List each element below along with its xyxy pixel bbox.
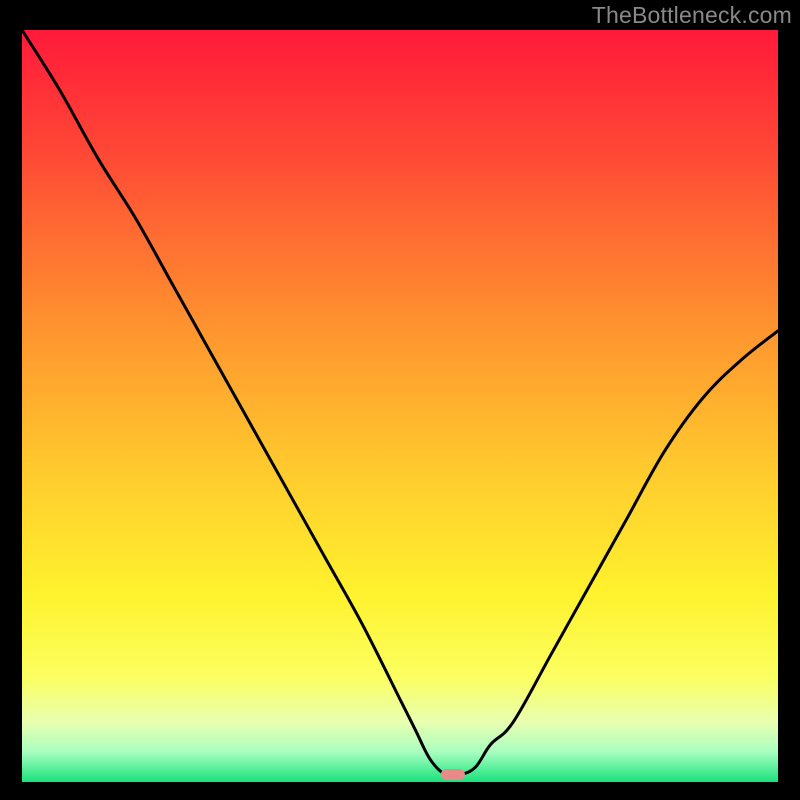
gradient-background (22, 30, 778, 782)
watermark-label: TheBottleneck.com (592, 2, 792, 29)
optimum-marker (441, 769, 465, 780)
bottleneck-plot (22, 30, 778, 782)
chart-frame: TheBottleneck.com (0, 0, 800, 800)
